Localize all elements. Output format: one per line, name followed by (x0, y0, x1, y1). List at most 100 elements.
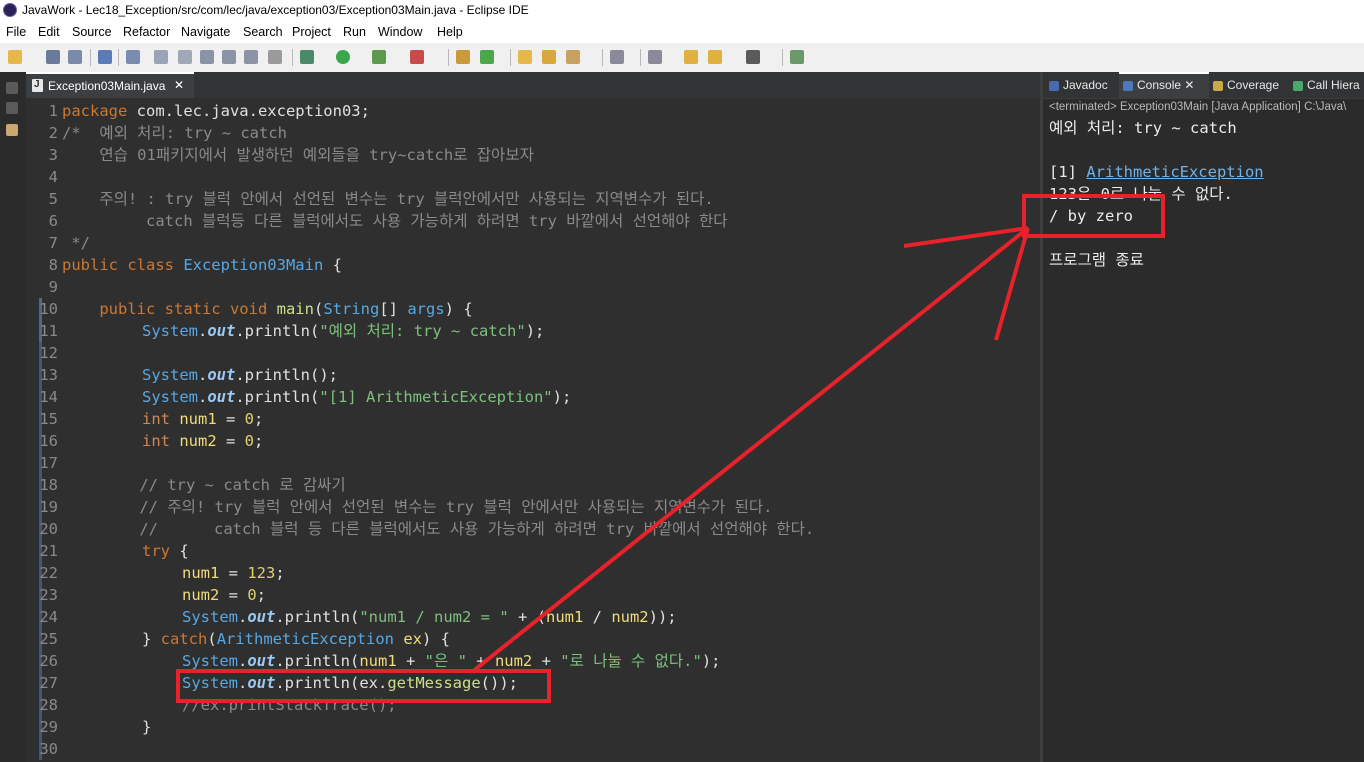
open-type-icon[interactable] (518, 50, 532, 64)
close-icon[interactable]: ✕ (1184, 78, 1194, 92)
skip-breakpoints-icon[interactable] (126, 50, 140, 64)
line-number: 13 (39, 366, 58, 384)
tab-call-hierarchy-label: Call Hiera (1307, 78, 1360, 92)
perspective-icon[interactable] (790, 50, 804, 64)
line-number: 9 (48, 278, 58, 296)
save-icon[interactable] (46, 50, 60, 64)
tab-coverage[interactable]: Coverage (1213, 72, 1295, 98)
package-explorer-icon[interactable] (6, 102, 18, 114)
toggle-breadcrumb-icon[interactable] (244, 50, 258, 64)
coverage-icon[interactable] (372, 50, 386, 64)
code-line: num1 = 123; (182, 564, 285, 582)
line-number: 19 (39, 498, 58, 516)
restore-icon[interactable] (6, 82, 18, 94)
new-java-project-icon[interactable] (456, 50, 470, 64)
back-icon[interactable] (684, 50, 698, 64)
code-line: // catch 블럭 등 다른 블럭에서도 사용 가능하게 하려면 try 바… (102, 520, 815, 538)
line-number: 22 (39, 564, 58, 582)
tab-console-label: Console (1137, 78, 1182, 92)
code-line: package com.lec.java.exception03; (62, 102, 370, 120)
tab-call-hierarchy[interactable]: Call Hiera (1293, 72, 1364, 98)
code-line: System.out.println("예외 처리: try ~ catch")… (142, 322, 545, 340)
menu-project[interactable]: Project (292, 25, 331, 39)
open-task-icon[interactable] (542, 50, 556, 64)
line-number: 23 (39, 586, 58, 604)
line-number: 1 (48, 102, 58, 120)
editor-tab-exception03main[interactable]: Exception03Main.java ✕ (26, 72, 194, 98)
code-line: 주의! : try 블럭 안에서 선언된 변수는 try 블럭안에서만 사용되는… (62, 190, 714, 208)
code-editor[interactable]: 1 package com.lec.java.exception03; 2 /*… (26, 98, 1040, 762)
toolbar-separator (90, 49, 91, 66)
coverage-icon (1213, 80, 1223, 91)
paragraph-icon[interactable] (268, 50, 282, 64)
code-line: } catch(ArithmeticException ex) { (142, 630, 450, 648)
menu-bar: File Edit Source Refactor Navigate Searc… (0, 22, 1364, 43)
line-number: 15 (39, 410, 58, 428)
terminal-icon[interactable] (98, 50, 112, 64)
tab-javadoc[interactable]: Javadoc (1049, 72, 1119, 98)
menu-help[interactable]: Help (437, 25, 463, 39)
close-icon[interactable]: ✕ (174, 78, 184, 92)
view-tab-bar: Javadoc Console ✕ Coverage Call Hiera (1043, 72, 1364, 99)
code-line: int num2 = 0; (142, 432, 264, 450)
console-line: 123은 0로 나눌 수 없다. (1049, 185, 1233, 203)
menu-file[interactable]: File (6, 25, 26, 39)
menu-refactor[interactable]: Refactor (123, 25, 170, 39)
toolbar-separator (640, 49, 641, 66)
menu-window[interactable]: Window (378, 25, 422, 39)
menu-run[interactable]: Run (343, 25, 366, 39)
eclipse-icon (3, 3, 17, 17)
line-number: 5 (48, 190, 58, 208)
tab-console[interactable]: Console ✕ (1119, 72, 1209, 98)
line-number: 11 (39, 322, 58, 340)
line-number: 27 (39, 674, 58, 692)
save-all-icon[interactable] (68, 50, 82, 64)
arrow-right-icon[interactable] (746, 50, 760, 64)
console-line: 예외 처리: try ~ catch (1049, 119, 1237, 137)
console-line: / by zero (1049, 207, 1133, 225)
toggle-mark-icon[interactable] (154, 50, 168, 64)
console-icon (1123, 80, 1133, 91)
external-tools-icon[interactable] (410, 50, 424, 64)
debug-icon[interactable] (300, 50, 314, 64)
line-number: 30 (39, 740, 58, 758)
console-status: <terminated> Exception03Main [Java Appli… (1049, 101, 1347, 113)
menu-source[interactable]: Source (72, 25, 112, 39)
tab-javadoc-label: Javadoc (1063, 78, 1108, 92)
console-line: [1] ArithmeticException (1049, 161, 1264, 183)
menu-edit[interactable]: Edit (38, 25, 60, 39)
search-icon[interactable] (566, 50, 580, 64)
code-line: // 주의! try 블럭 안에서 선언된 변수는 try 블럭 안에서만 사용… (102, 498, 773, 516)
javadoc-icon (1049, 80, 1059, 91)
menu-search[interactable]: Search (243, 25, 283, 39)
line-number: 29 (39, 718, 58, 736)
last-edit-location-icon[interactable] (648, 50, 662, 64)
code-line: System.out.println("num1 / num2 = " + (n… (182, 608, 677, 626)
outline-icon[interactable] (6, 124, 18, 136)
new-class-icon[interactable] (480, 50, 494, 64)
editor-tab-bar: Exception03Main.java ✕ (26, 72, 1040, 99)
toolbar-separator (292, 49, 293, 66)
toggle-block-icon[interactable] (178, 50, 192, 64)
console-view: Javadoc Console ✕ Coverage Call Hiera <t… (1040, 72, 1364, 762)
toolbar-separator (448, 49, 449, 66)
console-line: 프로그램 종료 (1049, 251, 1144, 269)
line-number: 8 (48, 256, 58, 274)
toolbar-separator (510, 49, 511, 66)
arrow-left-icon[interactable] (708, 50, 722, 64)
exception-link[interactable]: ArithmeticException (1086, 163, 1263, 181)
new-icon[interactable] (8, 50, 22, 64)
line-number: 28 (39, 696, 58, 714)
run-icon[interactable] (336, 50, 350, 64)
line-number: 4 (48, 168, 58, 186)
next-annotation-icon[interactable] (610, 50, 624, 64)
java-file-icon (32, 79, 43, 92)
line-number: 16 (39, 432, 58, 450)
code-line: 연습 01패키지에서 발생하던 예외들을 try~catch로 잡아보자 (62, 146, 534, 164)
toolbar-separator (602, 49, 603, 66)
menu-navigate[interactable]: Navigate (181, 25, 230, 39)
word-wrap-icon[interactable] (200, 50, 214, 64)
show-whitespace-icon[interactable] (222, 50, 236, 64)
tab-coverage-label: Coverage (1227, 78, 1280, 92)
line-number: 20 (39, 520, 58, 538)
